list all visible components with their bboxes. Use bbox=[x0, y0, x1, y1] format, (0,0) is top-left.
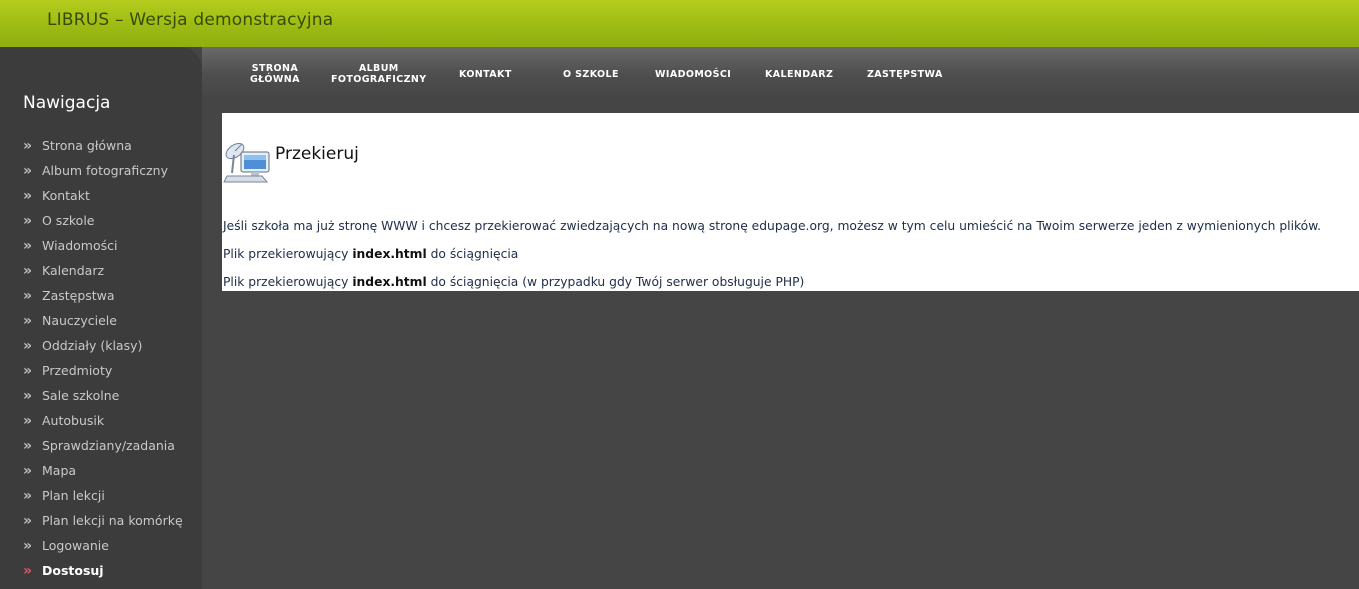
chevron-right-icon: » bbox=[23, 538, 33, 554]
sidebar-item-label: Sprawdziany/zadania bbox=[42, 438, 175, 453]
chevron-right-icon: » bbox=[23, 513, 33, 529]
sidebar-item-plan-lekcji-komorka[interactable]: » Plan lekcji na komórkę bbox=[23, 512, 183, 537]
sidebar-item-label: Logowanie bbox=[42, 538, 109, 553]
sidebar-item-label: Plan lekcji bbox=[42, 488, 105, 503]
chevron-right-icon: » bbox=[23, 488, 33, 504]
chevron-right-icon: » bbox=[23, 363, 33, 379]
sidebar-item-autobusik[interactable]: » Autobusik bbox=[23, 412, 183, 437]
chevron-right-icon: » bbox=[23, 163, 33, 179]
sidebar-item-label: Wiadomości bbox=[42, 238, 118, 253]
sidebar-item-kalendarz[interactable]: » Kalendarz bbox=[23, 262, 183, 287]
sidebar-item-strona-glowna[interactable]: » Strona główna bbox=[23, 137, 183, 162]
sidebar-item-album-fotograficzny[interactable]: » Album fotograficzny bbox=[23, 162, 183, 187]
sidebar-item-label: Dostosuj bbox=[42, 563, 104, 578]
sidebar-item-label: Zastępstwa bbox=[42, 288, 115, 303]
sidebar-item-label: Plan lekcji na komórkę bbox=[42, 513, 183, 528]
nav-heading: Nawigacja bbox=[23, 93, 111, 113]
link-suffix: do ściągnięcia (w przypadku gdy Twój ser… bbox=[426, 275, 805, 289]
chevron-right-icon: » bbox=[23, 238, 33, 254]
chevron-right-icon: » bbox=[23, 563, 33, 579]
sidebar-item-label: Kontakt bbox=[42, 188, 90, 203]
download-link-html[interactable]: Plik przekierowujący index.html do ściąg… bbox=[223, 247, 518, 261]
sidebar-item-label: Strona główna bbox=[42, 138, 132, 153]
topnav-o-szkole[interactable]: O SZKOLE bbox=[563, 69, 619, 80]
sidebar-item-logowanie[interactable]: » Logowanie bbox=[23, 537, 183, 562]
download-link-php[interactable]: Plik przekierowujący index.html do ściąg… bbox=[223, 275, 804, 289]
sidebar-item-wiadomosci[interactable]: » Wiadomości bbox=[23, 237, 183, 262]
sidebar-item-kontakt[interactable]: » Kontakt bbox=[23, 187, 183, 212]
sidebar-item-label: Oddziały (klasy) bbox=[42, 338, 143, 353]
chevron-right-icon: » bbox=[23, 338, 33, 354]
file-name: index.html bbox=[352, 247, 427, 261]
sidebar-item-sprawdziany[interactable]: » Sprawdziany/zadania bbox=[23, 437, 183, 462]
intro-text: Jeśli szkoła ma już stronę WWW i chcesz … bbox=[223, 219, 1322, 233]
site-title: LIBRUS – Wersja demonstracyjna bbox=[47, 10, 334, 30]
topnav-album-fotograficzny[interactable]: ALBUM FOTOGRAFICZNY bbox=[331, 63, 427, 85]
sidebar-item-label: Autobusik bbox=[42, 413, 105, 428]
topnav-wiadomosci[interactable]: WIADOMOŚCI bbox=[655, 69, 731, 80]
sidebar-item-zastepstwa[interactable]: » Zastępstwa bbox=[23, 287, 183, 312]
link-prefix: Plik przekierowujący bbox=[223, 247, 353, 261]
sidebar-item-dostosuj[interactable]: » Dostosuj bbox=[23, 562, 183, 587]
sidebar: Nawigacja » Strona główna » Album fotograf… bbox=[0, 47, 202, 589]
link-suffix: do ściągnięcia bbox=[426, 247, 519, 261]
file-name: index.html bbox=[352, 275, 427, 289]
sidebar-item-nauczyciele[interactable]: » Nauczyciele bbox=[23, 312, 183, 337]
chevron-right-icon: » bbox=[23, 463, 33, 479]
topnav-zastepstwa[interactable]: ZASTĘPSTWA bbox=[867, 69, 943, 80]
chevron-right-icon: » bbox=[23, 313, 33, 329]
header-bar: LIBRUS – Wersja demonstracyjna bbox=[0, 0, 1359, 47]
chevron-right-icon: » bbox=[23, 263, 33, 279]
sidebar-item-label: O szkole bbox=[42, 213, 95, 228]
topnav-kalendarz[interactable]: KALENDARZ bbox=[765, 69, 833, 80]
sidebar-nav-list: » Strona główna » Album fotograficzny » Kon… bbox=[23, 137, 183, 587]
sidebar-item-label: Nauczyciele bbox=[42, 313, 117, 328]
topnav-kontakt[interactable]: KONTAKT bbox=[459, 69, 512, 80]
sidebar-item-mapa[interactable]: » Mapa bbox=[23, 462, 183, 487]
sidebar-item-label: Sale szkolne bbox=[42, 388, 120, 403]
sidebar-item-label: Przedmioty bbox=[42, 363, 113, 378]
top-navigation: STRONA GŁÓWNA ALBUM FOTOGRAFICZNY KONTAK… bbox=[202, 47, 1359, 97]
sidebar-item-label: Kalendarz bbox=[42, 263, 105, 278]
topnav-strona-glowna[interactable]: STRONA GŁÓWNA bbox=[250, 63, 300, 85]
chevron-right-icon: » bbox=[23, 438, 33, 454]
content-panel: Przekieruj Jeśli szkoła ma już stronę WW… bbox=[222, 113, 1359, 291]
chevron-right-icon: » bbox=[23, 288, 33, 304]
sidebar-item-plan-lekcji[interactable]: » Plan lekcji bbox=[23, 487, 183, 512]
sidebar-item-o-szkole[interactable]: » O szkole bbox=[23, 212, 183, 237]
chevron-right-icon: » bbox=[23, 413, 33, 429]
sidebar-item-label: Album fotograficzny bbox=[42, 163, 168, 178]
sidebar-item-sale-szkolne[interactable]: » Sale szkolne bbox=[23, 387, 183, 412]
chevron-right-icon: » bbox=[23, 213, 33, 229]
sidebar-item-oddzialy[interactable]: » Oddziały (klasy) bbox=[23, 337, 183, 362]
chevron-right-icon: » bbox=[23, 188, 33, 204]
chevron-right-icon: » bbox=[23, 138, 33, 154]
redirect-computer-icon bbox=[223, 142, 270, 183]
page-title: Przekieruj bbox=[275, 144, 359, 164]
link-prefix: Plik przekierowujący bbox=[223, 275, 353, 289]
sidebar-item-przedmioty[interactable]: » Przedmioty bbox=[23, 362, 183, 387]
sidebar-item-label: Mapa bbox=[42, 463, 77, 478]
chevron-right-icon: » bbox=[23, 388, 33, 404]
